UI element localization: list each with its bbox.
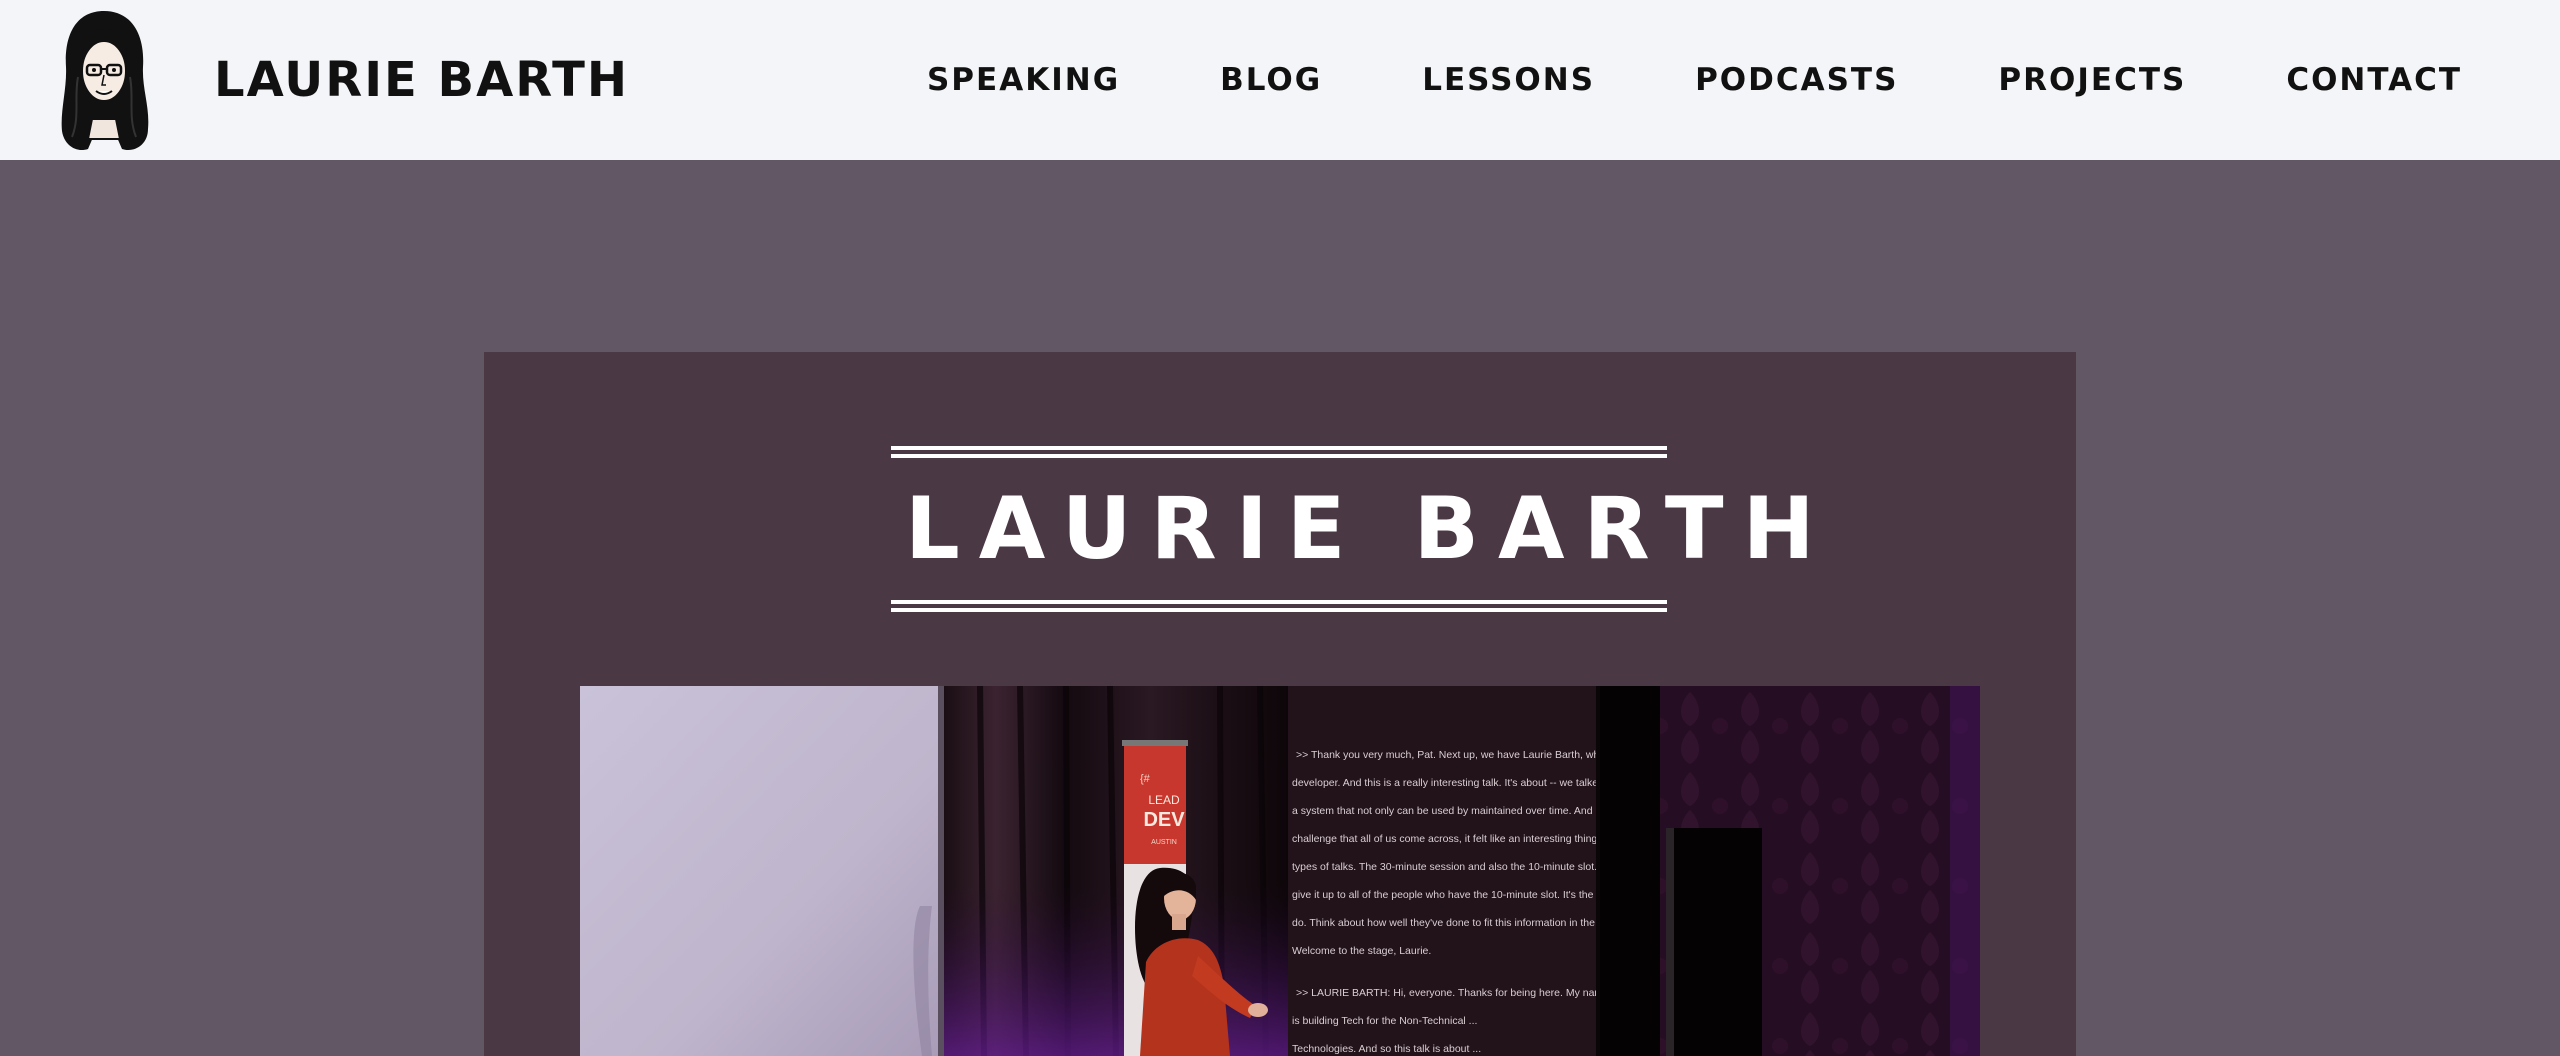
main-nav: SPEAKING BLOG LESSONS PODCASTS PROJECTS … xyxy=(927,0,2462,160)
banner-line1: LEAD xyxy=(1148,793,1180,807)
banner-line2: DEV xyxy=(1143,809,1185,831)
nav-item-contact[interactable]: CONTACT xyxy=(2286,62,2462,98)
banner-brace: {# xyxy=(1140,773,1151,785)
hero-title: LAURIE BARTH xyxy=(905,479,1834,579)
caption-line: Welcome to the stage, Laurie. xyxy=(1292,945,1431,957)
hero-photo: {# LEAD DEV AUSTIN >> Thank you very muc… xyxy=(580,686,1980,1056)
nav-item-blog[interactable]: BLOG xyxy=(1220,62,1322,98)
banner-line3: AUSTIN xyxy=(1151,839,1177,846)
caption-line: is building Tech for the Non-Technical .… xyxy=(1292,1015,1477,1027)
title-rule-bottom xyxy=(891,600,1667,612)
nav-item-speaking[interactable]: SPEAKING xyxy=(927,62,1120,98)
hero-title-block: LAURIE BARTH xyxy=(891,446,1834,612)
site-title: LAURIE BARTH xyxy=(214,52,630,108)
nav-item-podcasts[interactable]: PODCASTS xyxy=(1695,62,1898,98)
avatar xyxy=(61,11,149,151)
home-link[interactable]: LAURIE BARTH xyxy=(54,7,629,153)
title-rule-top xyxy=(891,446,1667,458)
site-header: LAURIE BARTH SPEAKING BLOG LESSONS PODCA… xyxy=(0,0,2560,160)
speaker-on-stage-photo: {# LEAD DEV AUSTIN >> Thank you very muc… xyxy=(580,686,1980,1056)
hero-section: LAURIE BARTH {# LEAD DEV AUSTIN >> Thank… xyxy=(484,352,2076,1056)
caption-line: do. Think about how well they've done to… xyxy=(1292,917,1617,929)
nav-item-lessons[interactable]: LESSONS xyxy=(1422,62,1595,98)
caption-line: Technologies. And so this talk is about … xyxy=(1292,1043,1481,1055)
nav-item-projects[interactable]: PROJECTS xyxy=(1998,62,2186,98)
